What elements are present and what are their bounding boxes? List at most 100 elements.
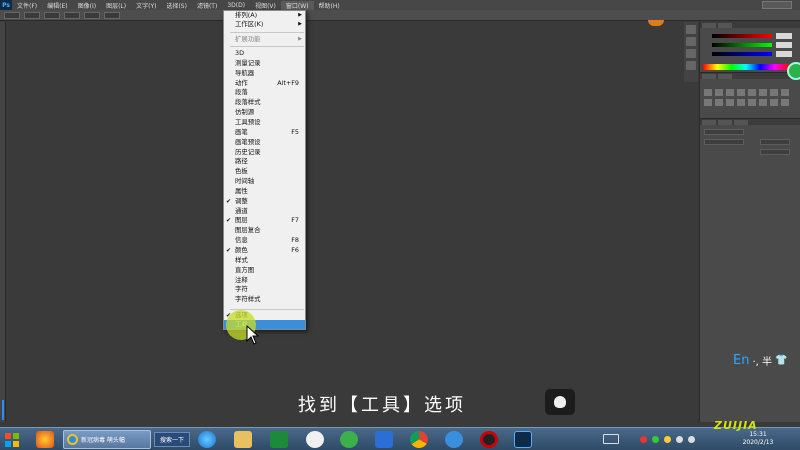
layer-filter-dropdown[interactable] [704, 129, 744, 135]
menu-item-panel[interactable]: 通道 [224, 207, 305, 216]
taskbar-ie-window[interactable]: 新冠病毒 萌头幅 [63, 430, 151, 449]
menu-item-panel[interactable]: 导航器 [224, 69, 305, 78]
menu-item-panel[interactable]: ✔ 调整 [224, 197, 305, 206]
red-slider[interactable] [712, 34, 772, 38]
curves-icon[interactable] [726, 89, 734, 96]
baidu-netdisk-icon[interactable] [306, 431, 324, 448]
photo-filter-icon[interactable] [704, 99, 712, 106]
fill-field[interactable] [760, 149, 790, 155]
levels-icon[interactable] [715, 89, 723, 96]
width-field[interactable] [84, 11, 100, 19]
black-white-icon[interactable] [781, 89, 789, 96]
exposure-icon[interactable] [737, 89, 745, 96]
gradient-map-icon[interactable] [770, 99, 778, 106]
blue-value-field[interactable] [776, 51, 792, 57]
menu-type[interactable]: 文字(Y) [131, 1, 161, 10]
menu-item-panel[interactable]: 信息 F8 [224, 236, 305, 245]
history-icon[interactable] [686, 25, 696, 34]
screen-recorder-icon[interactable] [480, 431, 498, 448]
menu-help[interactable]: 帮助(H) [314, 1, 345, 10]
network-icon[interactable] [676, 436, 683, 443]
tray-app-icon[interactable] [664, 436, 671, 443]
menu-item-panel[interactable]: 仿制源 [224, 108, 305, 117]
paragraph-icon[interactable] [686, 49, 696, 58]
floating-assist-button[interactable] [787, 62, 800, 80]
character-icon[interactable] [686, 61, 696, 70]
menu-view[interactable]: 视图(V) [250, 1, 281, 10]
menu-3d[interactable]: 3D(D) [222, 2, 250, 9]
ie-browser-icon[interactable] [198, 431, 216, 448]
green-value-field[interactable] [776, 42, 792, 48]
menu-item-panel[interactable]: 工具预设 [224, 118, 305, 127]
menu-item-panel[interactable]: 字符 [224, 285, 305, 294]
menu-item-panel[interactable]: 色板 [224, 167, 305, 176]
vibrance-icon[interactable] [748, 89, 756, 96]
style-dropdown[interactable] [64, 11, 80, 19]
keyboard-icon[interactable] [603, 434, 619, 444]
color-spectrum-bar[interactable] [703, 64, 789, 70]
windows-start-icon[interactable] [2, 430, 22, 449]
360-browser-icon[interactable] [36, 431, 54, 448]
menu-filter[interactable]: 滤镜(T) [192, 1, 222, 10]
chrome-icon[interactable] [410, 431, 428, 448]
menu-select[interactable]: 选择(S) [161, 1, 192, 10]
menu-item-panel[interactable]: 段落样式 [224, 98, 305, 107]
brightness-icon[interactable] [704, 89, 712, 96]
excel-icon[interactable] [270, 431, 288, 448]
tray-app-icon[interactable] [652, 436, 659, 443]
threshold-icon[interactable] [759, 99, 767, 106]
menu-item-panel[interactable]: ✔ 图层 F7 [224, 216, 305, 225]
menu-item-panel[interactable]: 样式 [224, 256, 305, 265]
workspace-switcher[interactable] [762, 1, 792, 9]
menu-edit[interactable]: 编辑(E) [42, 1, 72, 10]
taskbar-clock[interactable]: 15:31 2020/2/13 [718, 431, 798, 447]
menu-window[interactable]: 窗口(W) [280, 0, 314, 10]
hue-saturation-icon[interactable] [759, 89, 767, 96]
tray-app-icon[interactable] [640, 436, 647, 443]
properties-icon[interactable] [686, 37, 696, 46]
menu-item-panel[interactable]: 画笔预设 [224, 138, 305, 147]
menu-item-panel[interactable]: 3D [224, 49, 305, 58]
menu-item-panel[interactable]: 直方图 [224, 266, 305, 275]
menu-item-panel[interactable]: 字符样式 [224, 295, 305, 304]
green-slider[interactable] [712, 43, 772, 47]
menu-image[interactable]: 图像(I) [73, 1, 101, 10]
blue-slider[interactable] [712, 52, 772, 56]
taskbar-search-button[interactable]: 搜索一下 [154, 432, 190, 447]
menu-item-panel[interactable]: 注释 [224, 276, 305, 285]
menu-item-panel[interactable]: ✔ 颜色 F6 [224, 246, 305, 255]
posterize-icon[interactable] [748, 99, 756, 106]
menu-item-arrange[interactable]: 排列(A) ▶ [224, 11, 305, 20]
tab-color[interactable] [702, 23, 716, 28]
blend-mode-dropdown[interactable] [704, 139, 744, 145]
menu-layer[interactable]: 图层(L) [101, 1, 131, 10]
tab-swatches[interactable] [718, 23, 732, 28]
tool-preset-picker[interactable] [4, 11, 20, 19]
menu-item-workspace[interactable]: 工作区(K) ▶ [224, 20, 305, 29]
menu-item-panel[interactable]: 属性 [224, 187, 305, 196]
tab-layers[interactable] [702, 120, 716, 125]
tab-styles[interactable] [718, 74, 732, 79]
menu-item-panel[interactable]: 测量记录 [224, 59, 305, 68]
tab-channels[interactable] [718, 120, 732, 125]
opacity-field[interactable] [760, 139, 790, 145]
wps-writer-icon[interactable] [375, 431, 393, 448]
menu-item-panel[interactable]: 段落 [224, 88, 305, 97]
selective-color-icon[interactable] [781, 99, 789, 106]
tab-paths[interactable] [734, 120, 748, 125]
menu-item-panel[interactable]: 时间轴 [224, 177, 305, 186]
photoshop-taskbar-icon[interactable] [514, 431, 532, 448]
menu-item-panel[interactable]: 动作 Alt+F9 [224, 79, 305, 88]
ime-indicator[interactable]: En ·, 半 👕 [733, 353, 787, 368]
file-explorer-icon[interactable] [234, 431, 252, 448]
menu-item-panel[interactable]: 画笔 F5 [224, 128, 305, 137]
invert-icon[interactable] [737, 99, 745, 106]
menu-item-panel[interactable]: 路径 [224, 157, 305, 166]
color-balance-icon[interactable] [770, 89, 778, 96]
menu-file[interactable]: 文件(F) [12, 1, 42, 10]
height-field[interactable] [104, 11, 120, 19]
360-safe-icon[interactable] [340, 431, 358, 448]
red-value-field[interactable] [776, 33, 792, 39]
channel-mixer-icon[interactable] [715, 99, 723, 106]
feather-field[interactable] [44, 11, 60, 19]
